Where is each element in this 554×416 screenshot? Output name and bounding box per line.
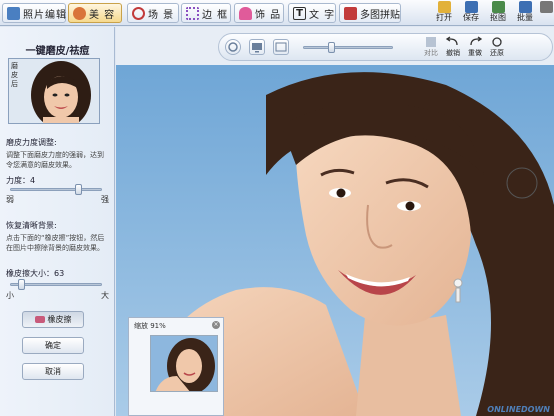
monitor-icon <box>252 43 262 53</box>
restore-label: 还原 <box>490 49 504 57</box>
undo-label: 撤销 <box>446 49 460 57</box>
restore-heading: 恢复清晰背景: <box>6 221 57 230</box>
tab-text-label: 文 字 <box>309 9 336 21</box>
result-thumbnail: 磨皮后 <box>8 58 100 124</box>
redo-label: 重做 <box>468 49 482 57</box>
restore-description: 点击下面的“橡皮擦”按钮，然后在图片中擦除背景的磨皮效果。 <box>6 234 105 252</box>
save-label: 保存 <box>463 13 479 22</box>
save-button[interactable]: 保存 <box>459 1 483 25</box>
undo-icon <box>445 36 458 46</box>
tab-collage-label: 多图拼贴 <box>360 9 400 21</box>
redo-icon <box>470 36 483 46</box>
batch-icon <box>518 1 532 13</box>
intensity-description: 调整下面磨皮力度的强弱，达到令您满意的磨皮效果。 <box>6 151 104 169</box>
tab-photo-edit-label: 照片编辑 <box>23 9 67 21</box>
fit-screen-button[interactable] <box>249 39 265 55</box>
collage-icon <box>344 6 357 20</box>
eraser-size-slider[interactable] <box>10 279 102 290</box>
navigator-preview: 缩放 91% × <box>128 317 224 416</box>
tab-photo-edit[interactable]: 照片编辑 <box>2 3 66 23</box>
thumbnail-label: 磨皮后 <box>11 62 18 88</box>
intensity-slider[interactable] <box>10 184 102 195</box>
restore-icon <box>492 37 502 47</box>
tab-collage[interactable]: 多图拼贴 <box>339 3 401 23</box>
main-toolbar: 照片编辑 美 容 场 景 边 框 饰 品 T 文 字 多图拼贴 打开 保存 抠图… <box>0 0 554 26</box>
watermark-logo: ONLINEDOWN <box>487 405 550 414</box>
settings-icon <box>539 1 553 13</box>
canvas-toolbar: 对比 撤销 重做 还原 <box>218 33 553 61</box>
photo-edit-icon <box>7 6 20 20</box>
ok-button-label: 确定 <box>45 341 61 350</box>
intensity-heading: 磨皮力度调整: <box>6 138 57 147</box>
open-button[interactable]: 打开 <box>432 1 456 25</box>
compare-button[interactable]: 对比 <box>421 36 441 60</box>
batch-label: 批量 <box>517 13 533 22</box>
actual-size-button[interactable] <box>273 39 289 55</box>
settings-button[interactable] <box>538 1 554 25</box>
restore-button[interactable]: 还原 <box>487 36 507 60</box>
redo-button[interactable]: 重做 <box>465 36 485 60</box>
intensity-max-label: 强 <box>101 195 109 204</box>
tab-scene-label: 场 景 <box>148 9 175 21</box>
cutout-label: 抠图 <box>490 13 506 22</box>
rotate-icon <box>228 42 238 52</box>
cutout-button[interactable]: 抠图 <box>486 1 510 25</box>
eraser-button-label: 橡皮擦 <box>47 315 72 324</box>
face-icon <box>73 6 86 20</box>
thumbnail-portrait <box>9 59 99 123</box>
open-folder-icon <box>437 1 451 13</box>
tab-accessories[interactable]: 饰 品 <box>234 3 284 23</box>
cutout-icon <box>491 1 505 13</box>
zoom-slider-handle[interactable] <box>328 42 335 53</box>
zoom-slider[interactable] <box>303 42 393 53</box>
compare-icon <box>426 37 436 47</box>
eraser-size-label: 橡皮擦大小：63 <box>6 269 65 278</box>
eraser-size-slider-handle[interactable] <box>18 279 25 290</box>
eraser-min-label: 小 <box>6 291 14 300</box>
editor-canvas: 对比 撤销 重做 还原 缩放 91% × ONLINEDOWN <box>116 27 554 416</box>
compare-label: 对比 <box>424 49 438 57</box>
batch-button[interactable]: 批量 <box>513 1 537 25</box>
intensity-slider-handle[interactable] <box>75 184 82 195</box>
tab-frame[interactable]: 边 框 <box>181 3 231 23</box>
tab-accessories-label: 饰 品 <box>255 9 282 21</box>
bow-icon <box>239 6 252 20</box>
open-label: 打开 <box>436 13 452 22</box>
save-icon <box>464 1 478 13</box>
undo-button[interactable]: 撤销 <box>443 36 463 60</box>
tab-scene[interactable]: 场 景 <box>127 3 179 23</box>
eraser-icon <box>34 316 45 323</box>
cancel-button[interactable]: 取消 <box>22 363 84 380</box>
preview-zoom-label: 缩放 91% <box>134 322 166 330</box>
beauty-side-panel: 一键磨皮/祛痘 磨皮后 磨皮力度调整: 调整下面磨皮力度的强弱，达到令您满意的磨… <box>0 27 115 416</box>
ok-button[interactable]: 确定 <box>22 337 84 354</box>
intensity-value-label: 力度：4 <box>6 176 36 185</box>
preview-portrait <box>151 336 217 391</box>
intensity-min-label: 弱 <box>6 195 14 204</box>
eraser-max-label: 大 <box>101 291 109 300</box>
actual-size-icon <box>275 42 287 52</box>
text-icon: T <box>293 6 306 20</box>
cancel-button-label: 取消 <box>45 367 61 376</box>
panel-title: 一键磨皮/祛痘 <box>25 46 90 57</box>
rotate-button[interactable] <box>225 39 241 55</box>
close-icon[interactable]: × <box>212 321 220 329</box>
tab-beauty[interactable]: 美 容 <box>68 3 122 23</box>
tab-beauty-label: 美 容 <box>89 9 116 21</box>
frame-icon <box>186 6 199 20</box>
scene-icon <box>132 6 145 20</box>
tab-text[interactable]: T 文 字 <box>288 3 336 23</box>
tab-frame-label: 边 框 <box>202 9 229 21</box>
preview-thumbnail[interactable] <box>150 335 218 392</box>
eraser-button[interactable]: 橡皮擦 <box>22 311 84 328</box>
